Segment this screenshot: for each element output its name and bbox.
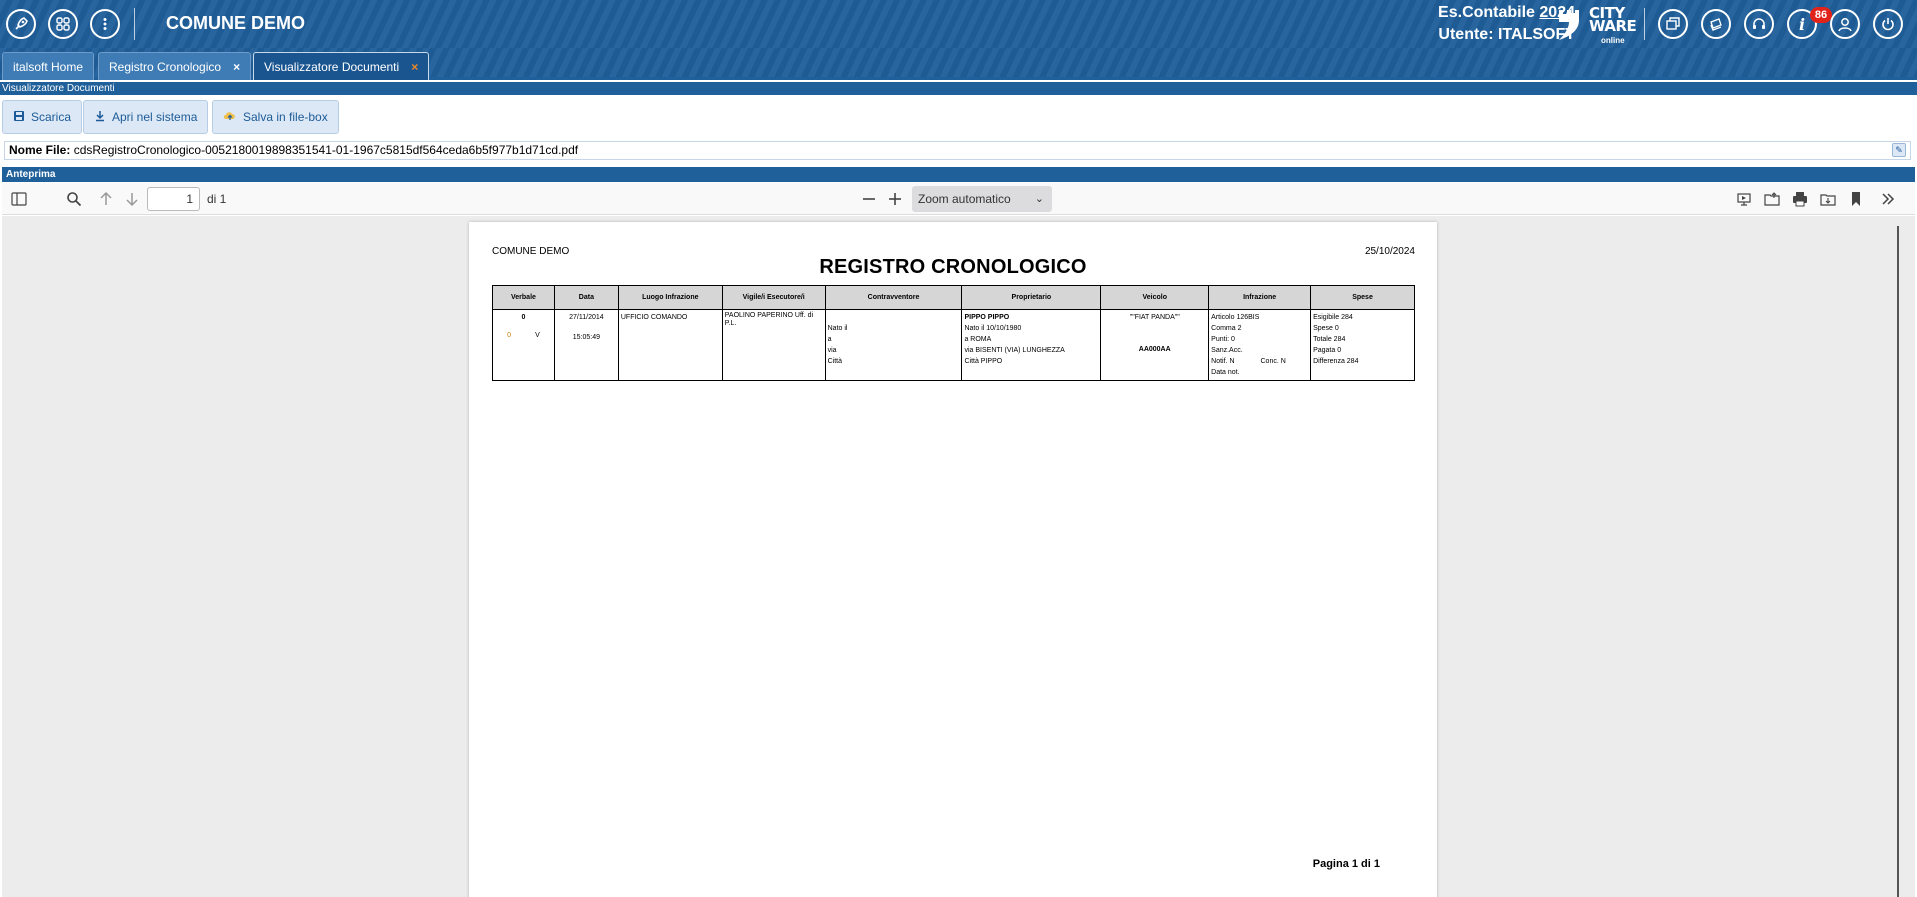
cell-luogo: UFFICIO COMANDO <box>617 309 723 381</box>
cloud-upload-icon <box>223 110 237 125</box>
presentation-mode-icon[interactable] <box>1735 190 1753 208</box>
document-title: REGISTRO CRONOLOGICO <box>819 256 1087 278</box>
app-title: COMUNE DEMO <box>166 13 305 33</box>
page-number-input[interactable]: 1 <box>147 187 200 211</box>
top-header: COMUNE DEMO Es.Contabile 2024 Utente: IT… <box>0 0 1917 48</box>
file-name-value: cdsRegistroCronologico-00521800198983515… <box>73 143 579 157</box>
table-header-row: Verbale Data Luogo Infrazione Vigile/i E… <box>492 285 1415 310</box>
page-subtitle: Visualizzatore Documenti <box>0 82 1917 95</box>
cell-infrazione: Articolo 126BIS Comma 2 Punti: 0 Sanz.Ac… <box>1208 309 1312 381</box>
save-file-icon[interactable] <box>1819 190 1837 208</box>
zoom-select[interactable]: Zoom automatico ⌄ <box>912 186 1052 212</box>
column-header: Spese <box>1310 285 1415 310</box>
zoom-out-icon[interactable] <box>860 190 878 208</box>
save-icon <box>13 110 25 125</box>
header-divider-right <box>1644 8 1645 40</box>
cell-contravventore: Nato il a via Città <box>824 309 963 381</box>
page-footer: Pagina 1 di 1 <box>1312 858 1380 870</box>
more-tools-icon[interactable] <box>1879 190 1897 208</box>
cell-vigili: PAOLINO PAPERINO Uff. di P.L. <box>721 309 826 381</box>
sidebar-toggle-icon[interactable] <box>10 190 28 208</box>
registro-table: Verbale Data Luogo Infrazione Vigile/i E… <box>492 285 1415 381</box>
cell-data: 27/11/2014 15:05:49 <box>553 309 619 381</box>
column-header: Veicolo <box>1100 285 1210 310</box>
column-header: Verbale <box>492 285 555 310</box>
es-contabile-label: Es.Contabile <box>1438 4 1535 21</box>
vertical-scrollbar[interactable] <box>1897 226 1899 897</box>
pdf-viewer-body: COMUNE DEMO 25/10/2024 REGISTRO CRONOLOG… <box>2 216 1915 897</box>
column-header: Proprietario <box>961 285 1102 310</box>
print-icon[interactable] <box>1791 190 1809 208</box>
notification-badge[interactable]: 86 <box>1810 7 1832 23</box>
close-icon[interactable]: × <box>411 60 418 74</box>
open-file-icon[interactable] <box>1763 190 1781 208</box>
rocket-icon[interactable] <box>6 9 36 39</box>
download-icon <box>94 110 106 125</box>
salva-file-box-button[interactable]: Salva in file-box <box>212 100 339 134</box>
cell-proprietario: PIPPO PIPPO Nato il 10/10/1980 a ROMA vi… <box>961 309 1102 381</box>
cell-spese: Esigibile 284 Spese 0 Totale 284 Pagata … <box>1310 309 1415 381</box>
table-row: 0 0V 27/11/2014 15:05:49 UFFICIO COMANDO… <box>492 309 1415 381</box>
windows-icon[interactable] <box>1658 9 1688 39</box>
column-header: Infrazione <box>1208 285 1312 310</box>
search-icon[interactable] <box>65 190 83 208</box>
column-header: Vigile/i Esecutore/i <box>721 285 826 310</box>
anteprima-header: Anteprima <box>2 167 1915 182</box>
tab-registro-cronologico[interactable]: Registro Cronologico × <box>98 52 252 80</box>
next-page-icon[interactable] <box>123 190 141 208</box>
page-count: di 1 <box>207 192 227 206</box>
zoom-in-icon[interactable] <box>886 190 904 208</box>
tab-visualizzatore-documenti[interactable]: Visualizzatore Documenti × <box>253 52 430 80</box>
column-header: Luogo Infrazione <box>617 285 723 310</box>
power-icon[interactable] <box>1873 9 1903 39</box>
header-divider <box>134 8 135 40</box>
headset-icon[interactable] <box>1744 9 1774 39</box>
column-header: Contravventore <box>824 285 963 310</box>
bookmark-icon[interactable] <box>1847 190 1865 208</box>
edit-pencil-icon[interactable]: ✎ <box>1892 143 1906 157</box>
scarica-button[interactable]: Scarica <box>2 100 83 134</box>
apri-nel-sistema-button[interactable]: Apri nel sistema <box>83 100 209 134</box>
layers-icon[interactable] <box>1701 9 1731 39</box>
tab-bar: italsoft Home Registro Cronologico × Visu… <box>0 48 1917 80</box>
previous-page-icon[interactable] <box>97 190 115 208</box>
cell-verbale: 0 0V <box>492 309 555 381</box>
user-icon[interactable] <box>1830 9 1860 39</box>
cityware-logo: CITY WARE online <box>1555 5 1637 45</box>
cell-veicolo: ""FIAT PANDA"" AA000AA <box>1100 309 1210 381</box>
tab-italsoft-home[interactable]: italsoft Home <box>2 52 95 80</box>
file-name-label: Nome File: <box>9 143 71 157</box>
apps-grid-icon[interactable] <box>48 9 78 39</box>
pdf-viewer-toolbar: 1 di 1 Zoom automatico ⌄ <box>2 183 1915 215</box>
close-icon[interactable]: × <box>233 60 240 74</box>
column-header: Data <box>553 285 619 310</box>
file-name-field: Nome File: cdsRegistroCronologico-005218… <box>4 141 1911 160</box>
chevron-down-icon: ⌄ <box>1034 193 1044 205</box>
pdf-page: COMUNE DEMO 25/10/2024 REGISTRO CRONOLOG… <box>469 222 1437 897</box>
more-vertical-icon[interactable] <box>90 9 120 39</box>
